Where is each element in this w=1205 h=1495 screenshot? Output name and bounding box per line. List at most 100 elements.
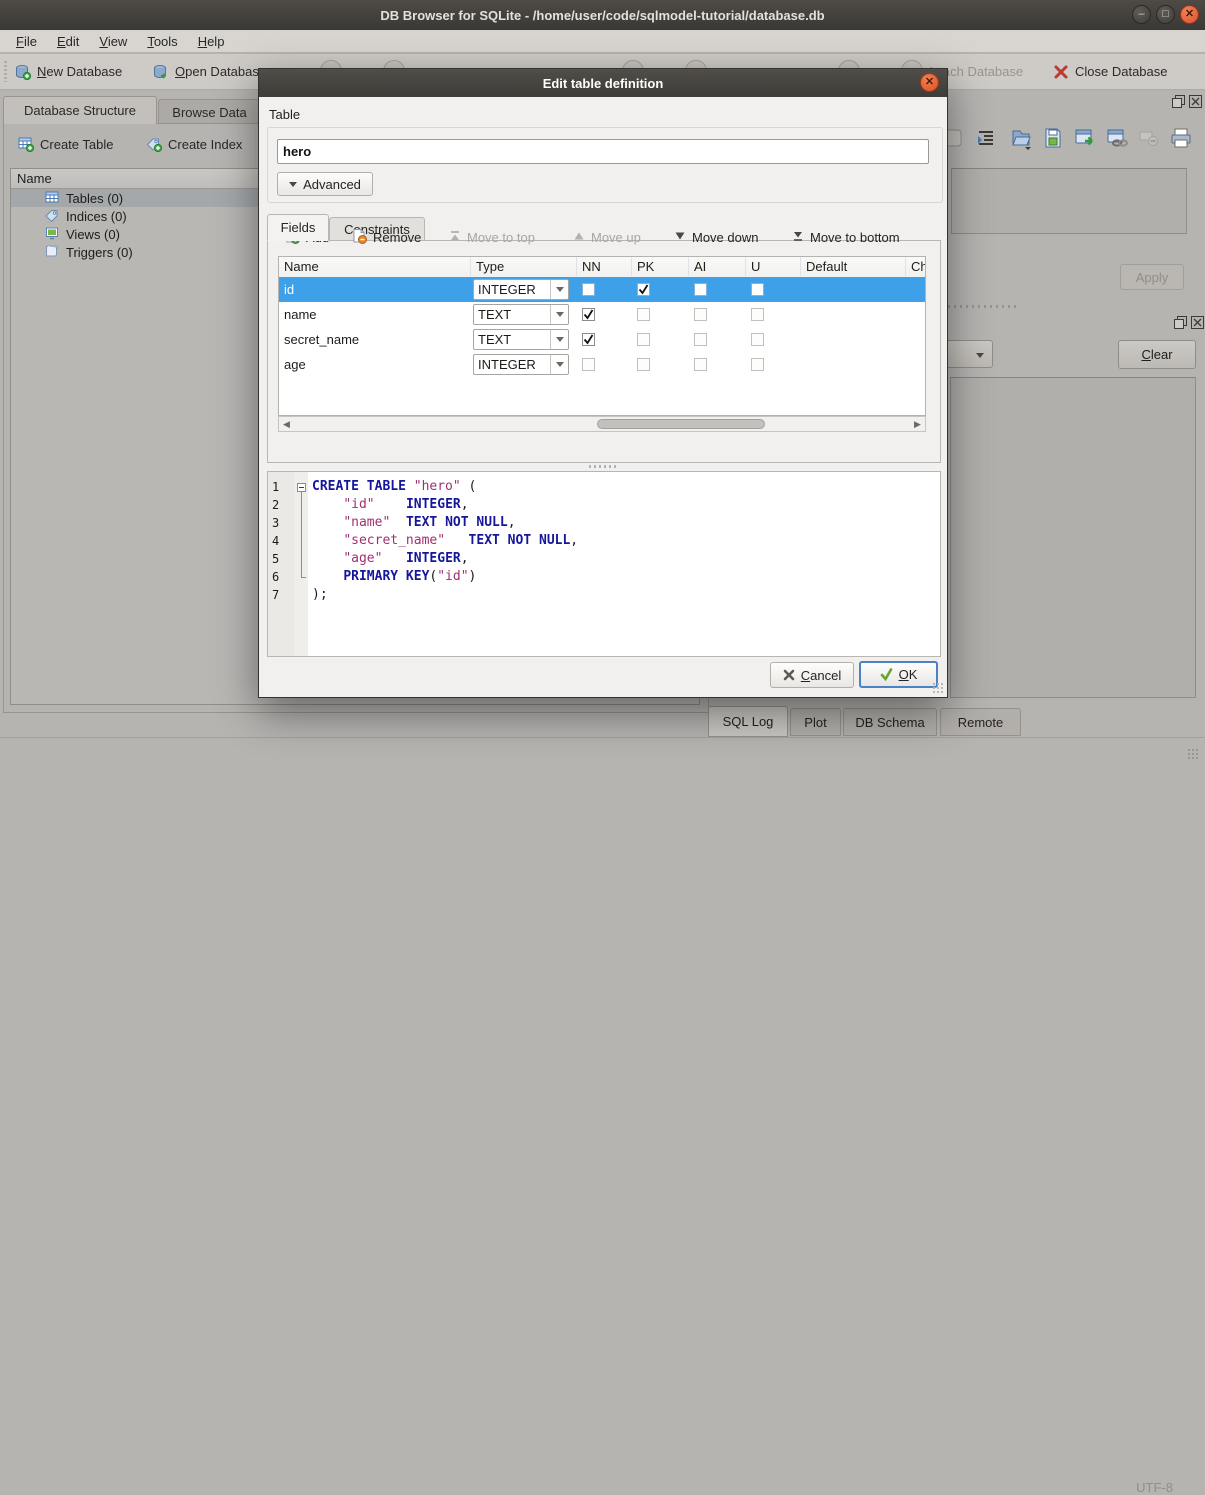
- cancel-button[interactable]: Cancel: [770, 662, 854, 688]
- grid-row-id[interactable]: id INTEGER: [279, 277, 926, 302]
- close-database-button[interactable]: Close Database: [1050, 58, 1171, 85]
- pk-checkbox[interactable]: [637, 358, 650, 371]
- create-index-button[interactable]: Create Index: [142, 131, 246, 157]
- tab-browse-data[interactable]: Browse Data: [158, 99, 261, 124]
- fold-marker-icon[interactable]: [297, 483, 306, 492]
- open-database-button[interactable]: Open Database: [150, 58, 269, 85]
- minimize-button-icon[interactable]: –: [1132, 5, 1151, 24]
- tab-db-schema[interactable]: DB Schema: [843, 708, 937, 736]
- pk-checkbox[interactable]: [637, 308, 650, 321]
- column-header-nn[interactable]: NN: [577, 257, 632, 276]
- ai-checkbox[interactable]: [694, 333, 707, 346]
- pk-checkbox[interactable]: [637, 333, 650, 346]
- column-header-check[interactable]: Check: [906, 257, 926, 276]
- chevron-down-icon[interactable]: [550, 330, 568, 349]
- clear-log-button[interactable]: Clear: [1118, 340, 1196, 369]
- move-up-button[interactable]: Move up: [573, 225, 641, 249]
- field-name-cell[interactable]: secret_name: [284, 327, 359, 352]
- toolbar-grip[interactable]: [4, 61, 7, 82]
- scroll-right-icon[interactable]: ▶: [912, 419, 923, 430]
- u-checkbox[interactable]: [751, 333, 764, 346]
- nn-checkbox[interactable]: [582, 308, 595, 321]
- tab-fields[interactable]: Fields: [267, 214, 329, 241]
- maximize-button-icon[interactable]: □: [1156, 5, 1175, 24]
- scroll-left-icon[interactable]: ◀: [281, 419, 292, 430]
- encoding-indicator[interactable]: UTF-8: [1136, 1480, 1173, 1495]
- table-name-input[interactable]: hero: [277, 139, 929, 164]
- dialog-close-icon[interactable]: ✕: [920, 73, 939, 92]
- save-file-icon[interactable]: [1040, 124, 1066, 152]
- grid-row-secret_name[interactable]: secret_name TEXT: [279, 327, 926, 352]
- move-to-bottom-button[interactable]: Move to bottom: [792, 225, 900, 249]
- dock-float-icon[interactable]: [1172, 95, 1185, 108]
- field-type-combobox[interactable]: TEXT: [473, 329, 569, 350]
- field-name-cell[interactable]: id: [284, 277, 294, 302]
- field-name-cell[interactable]: name: [284, 302, 317, 327]
- ai-checkbox[interactable]: [694, 283, 707, 296]
- grid-row-age[interactable]: age INTEGER: [279, 352, 926, 377]
- field-name-cell[interactable]: age: [284, 352, 306, 377]
- nn-checkbox[interactable]: [582, 333, 595, 346]
- move-down-button[interactable]: Move down: [674, 225, 758, 249]
- resize-grip[interactable]: [1187, 748, 1199, 760]
- dock-close-icon[interactable]: [1191, 316, 1204, 329]
- column-header-ai[interactable]: AI: [689, 257, 746, 276]
- apply-button[interactable]: Apply: [1120, 264, 1184, 290]
- close-window-button-icon[interactable]: ✕: [1180, 5, 1199, 24]
- tab-plot[interactable]: Plot: [790, 708, 841, 736]
- sql-log-view[interactable]: [950, 377, 1196, 698]
- chevron-down-icon[interactable]: [550, 280, 568, 299]
- advanced-button[interactable]: Advanced: [277, 172, 373, 196]
- ai-checkbox[interactable]: [694, 358, 707, 371]
- dock-close-icon[interactable]: [1189, 95, 1202, 108]
- column-header-default[interactable]: Default: [801, 257, 906, 276]
- execute-icon[interactable]: [1072, 124, 1098, 152]
- menu-item-tools[interactable]: Tools: [137, 32, 187, 51]
- field-type-combobox[interactable]: INTEGER: [473, 354, 569, 375]
- fields-grid-header[interactable]: NameTypeNNPKAIUDefaultCheck: [279, 257, 926, 278]
- nn-checkbox[interactable]: [582, 358, 595, 371]
- print-icon[interactable]: [1168, 124, 1194, 152]
- u-checkbox[interactable]: [751, 283, 764, 296]
- menu-item-help[interactable]: Help: [188, 32, 235, 51]
- sql-preview[interactable]: 1234567 CREATE TABLE "hero" ( "id" INTEG…: [267, 471, 941, 657]
- pk-checkbox[interactable]: [637, 283, 650, 296]
- dock-float-icon[interactable]: [1174, 316, 1187, 329]
- tab-remote[interactable]: Remote: [940, 708, 1021, 736]
- close-database-label: Close Database: [1075, 64, 1168, 79]
- open-file-icon[interactable]: [1008, 124, 1034, 152]
- dialog-titlebar[interactable]: Edit table definition ✕: [259, 69, 947, 97]
- scrollbar-handle[interactable]: [597, 419, 765, 429]
- grid-hscrollbar[interactable]: ◀ ▶: [278, 416, 926, 432]
- stop-icon[interactable]: [1136, 124, 1162, 152]
- column-header-type[interactable]: Type: [471, 257, 577, 276]
- new-database-button[interactable]: New Database: [12, 58, 125, 85]
- chevron-down-icon[interactable]: [550, 355, 568, 374]
- move-to-top-button[interactable]: Move to top: [449, 225, 535, 249]
- remove-button[interactable]: Remove: [351, 225, 421, 249]
- column-header-u[interactable]: U: [746, 257, 801, 276]
- menu-item-view[interactable]: View: [89, 32, 137, 51]
- u-checkbox[interactable]: [751, 308, 764, 321]
- chevron-down-icon[interactable]: [550, 305, 568, 324]
- tab-sql-log[interactable]: SQL Log: [708, 706, 788, 737]
- menu-item-edit[interactable]: Edit: [47, 32, 89, 51]
- action-label: Move to bottom: [810, 230, 900, 245]
- column-header-pk[interactable]: PK: [632, 257, 689, 276]
- link-icon[interactable]: [1104, 124, 1130, 152]
- ok-button[interactable]: OK: [859, 661, 938, 688]
- column-header-name[interactable]: Name: [279, 257, 471, 276]
- menu-item-file[interactable]: File: [6, 32, 47, 51]
- nn-checkbox[interactable]: [582, 283, 595, 296]
- dialog-splitter[interactable]: [589, 465, 619, 468]
- field-type-combobox[interactable]: TEXT: [473, 304, 569, 325]
- tab-database-structure[interactable]: Database Structure: [3, 96, 157, 124]
- format-icon[interactable]: [974, 124, 1000, 152]
- create-table-button[interactable]: Create Table: [14, 131, 117, 157]
- grid-row-name[interactable]: name TEXT: [279, 302, 926, 327]
- ai-checkbox[interactable]: [694, 308, 707, 321]
- dock-splitter[interactable]: [948, 305, 1018, 308]
- dialog-resize-grip[interactable]: [932, 682, 944, 694]
- field-type-combobox[interactable]: INTEGER: [473, 279, 569, 300]
- u-checkbox[interactable]: [751, 358, 764, 371]
